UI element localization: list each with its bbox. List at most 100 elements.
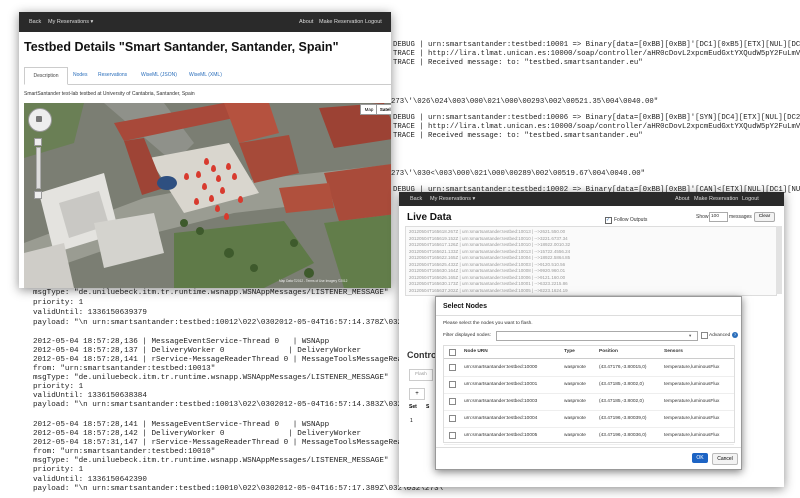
nav-about-link[interactable]: About bbox=[299, 19, 313, 25]
ok-button[interactable]: OK bbox=[692, 453, 708, 463]
cell-position: (43.47196,-3.80036,0) bbox=[599, 433, 647, 438]
log-line: from: "urn:smartsantander:testbed:10010" bbox=[33, 448, 216, 456]
testbed-details-window: Back My Reservations ▾ About Make Reserv… bbox=[19, 12, 391, 288]
cell-urn: urn:smartsantander:testbed:10004 bbox=[464, 416, 538, 421]
node-marker-icon[interactable] bbox=[220, 187, 225, 194]
table-row[interactable]: urn:smartsantander:testbed:10000 waspmote… bbox=[444, 359, 734, 377]
data-row: 20120504T165619.152Z | urn:smartsantande… bbox=[409, 235, 568, 241]
s-column-header: S bbox=[426, 404, 430, 410]
row-checkbox[interactable] bbox=[449, 415, 456, 422]
zoom-slider[interactable] bbox=[36, 147, 41, 189]
zoom-in-icon[interactable] bbox=[34, 138, 42, 146]
node-marker-icon[interactable] bbox=[204, 158, 209, 165]
modal-title: Select Nodes bbox=[443, 303, 487, 310]
data-row: 20120504T165625.432Z | urn:smartsantande… bbox=[409, 261, 566, 267]
tab-description[interactable]: Description bbox=[24, 67, 68, 85]
show-label: Show bbox=[696, 214, 709, 220]
table-row[interactable]: urn:smartsantander:testbed:10003 waspmote… bbox=[444, 393, 734, 411]
log-line: payload: "\n urn:smartsantander:testbed:… bbox=[33, 401, 444, 409]
row-checkbox[interactable] bbox=[449, 381, 456, 388]
log-line: 2012-05-04 18:57:28,142 | DeliveryWorker… bbox=[33, 430, 362, 438]
log-line: TRACE | http://lira.tlmat.unican.es:1000… bbox=[393, 123, 800, 131]
node-marker-icon[interactable] bbox=[202, 183, 207, 190]
control-heading: Contro bbox=[407, 350, 437, 360]
satellite-map[interactable]: Map Satellite Map Data ©2012 - Terms of … bbox=[24, 103, 391, 288]
node-marker-icon[interactable] bbox=[196, 171, 201, 178]
clear-button[interactable]: Clear bbox=[754, 212, 775, 222]
cell-sensors: temperature,luminousFlux bbox=[664, 365, 720, 370]
output-scrollbar[interactable] bbox=[776, 226, 782, 294]
cell-type: waspmote bbox=[564, 416, 586, 421]
node-marker-icon[interactable] bbox=[194, 198, 199, 205]
node-marker-icon[interactable] bbox=[184, 173, 189, 180]
row-checkbox[interactable] bbox=[449, 364, 456, 371]
flash-tab[interactable]: Flash bbox=[409, 369, 433, 381]
nav-my-reservations-dropdown[interactable]: My Reservations ▾ bbox=[430, 196, 475, 202]
filter-input[interactable] bbox=[496, 331, 698, 341]
nav-logout-link[interactable]: Logout bbox=[365, 19, 382, 25]
node-marker-icon[interactable] bbox=[232, 173, 237, 180]
node-marker-icon[interactable] bbox=[238, 196, 243, 203]
add-button[interactable]: + bbox=[409, 388, 425, 400]
node-marker-icon[interactable] bbox=[209, 195, 214, 202]
log-line: 2012-05-04 18:57:28,137 | DeliveryWorker… bbox=[33, 347, 362, 355]
log-line: validUntil: 1336150639379 bbox=[33, 309, 147, 317]
nav-about-link[interactable]: About bbox=[675, 196, 689, 202]
table-row[interactable]: urn:smartsantander:testbed:10005 waspmote… bbox=[444, 427, 734, 445]
nav-make-reservation-link[interactable]: Make Reservation bbox=[319, 19, 363, 25]
zoom-out-icon[interactable] bbox=[34, 191, 42, 199]
select-all-checkbox[interactable] bbox=[449, 349, 456, 356]
satellite-type-button[interactable]: Satellite bbox=[376, 104, 391, 115]
nav-make-reservation-link[interactable]: Make Reservation bbox=[694, 196, 738, 202]
row-checkbox[interactable] bbox=[449, 398, 456, 405]
live-data-output: 20120504T165618.267Z | urn:smartsantande… bbox=[405, 226, 777, 296]
help-icon[interactable]: ? bbox=[732, 332, 738, 338]
cell-urn: urn:smartsantander:testbed:10000 bbox=[464, 365, 538, 370]
data-row: 20120504T165630.164Z | urn:smartsantande… bbox=[409, 268, 566, 273]
select-nodes-modal: Select Nodes Please select the nodes you… bbox=[435, 296, 742, 470]
cell-urn: urn:smartsantander:testbed:10005 bbox=[464, 433, 538, 438]
log-line: 273\'\030<\003\000\021\000\00289\002\005… bbox=[391, 170, 645, 178]
log-line: validUntil: 1336150642390 bbox=[33, 476, 147, 484]
nav-back-link[interactable]: Back bbox=[410, 196, 422, 202]
node-marker-icon[interactable] bbox=[211, 165, 216, 172]
data-row: 20120504T165617.126Z | urn:smartsantande… bbox=[409, 242, 571, 247]
row-checkbox[interactable] bbox=[449, 432, 456, 439]
table-row[interactable]: urn:smartsantander:testbed:10004 waspmote… bbox=[444, 410, 734, 428]
cell-sensors: temperature,luminousFlux bbox=[664, 382, 720, 387]
log-line: payload: "\n urn:smartsantander:testbed:… bbox=[33, 319, 444, 327]
log-line: priority: 1 bbox=[33, 383, 84, 391]
nav-back-link[interactable]: Back bbox=[29, 19, 41, 25]
node-marker-icon[interactable] bbox=[216, 175, 221, 182]
testbed-description: SmartSantander test-lab testbed at Unive… bbox=[24, 91, 195, 97]
cell-urn: urn:smartsantander:testbed:10003 bbox=[464, 399, 538, 404]
node-marker-icon[interactable] bbox=[215, 205, 220, 212]
live-data-window: Back My Reservations ▾ About Make Reserv… bbox=[399, 192, 784, 487]
cancel-button[interactable]: Cancel bbox=[712, 453, 738, 465]
log-line: 2012-05-04 18:57:28,136 | MessageEventSe… bbox=[33, 338, 330, 346]
log-line: 2012-05-04 18:57:28,141 | MessageEventSe… bbox=[33, 421, 330, 429]
tab-nodes[interactable]: Nodes bbox=[73, 72, 87, 78]
cell-position: (43.47176,-3.80015,0) bbox=[599, 365, 647, 370]
cell-position: (43.47185,-3.8002,0) bbox=[599, 399, 644, 404]
follow-outputs-label: Follow Outputs bbox=[614, 217, 648, 223]
nav-logout-link[interactable]: Logout bbox=[742, 196, 759, 202]
satellite-imagery bbox=[24, 103, 391, 288]
cell-urn: urn:smartsantander:testbed:10001 bbox=[464, 382, 538, 387]
data-row: 20120504T165626.165Z | urn:smartsantande… bbox=[409, 274, 566, 280]
node-marker-icon[interactable] bbox=[226, 163, 231, 170]
log-line: priority: 1 bbox=[33, 466, 84, 474]
column-header: Type bbox=[564, 349, 575, 354]
follow-outputs-checkbox[interactable]: ✓ bbox=[605, 217, 612, 224]
table-row[interactable]: urn:smartsantander:testbed:10001 waspmote… bbox=[444, 376, 734, 394]
nav-my-reservations-dropdown[interactable]: My Reservations ▾ bbox=[48, 19, 93, 25]
page-title: Testbed Details "Smart Santander, Santan… bbox=[24, 40, 339, 54]
filter-label: Filter displayed nodes: bbox=[443, 333, 491, 338]
advanced-checkbox[interactable] bbox=[701, 332, 708, 339]
node-marker-icon[interactable] bbox=[224, 213, 229, 220]
tab-reservations[interactable]: Reservations bbox=[98, 72, 127, 78]
show-count-input[interactable]: 100 bbox=[709, 212, 728, 222]
tab-wiseml-xml[interactable]: WiseML (XML) bbox=[189, 72, 222, 78]
tab-wiseml-json[interactable]: WiseML (JSON) bbox=[141, 72, 177, 78]
log-line: TRACE | Received message: to: "testbed.s… bbox=[393, 59, 643, 67]
